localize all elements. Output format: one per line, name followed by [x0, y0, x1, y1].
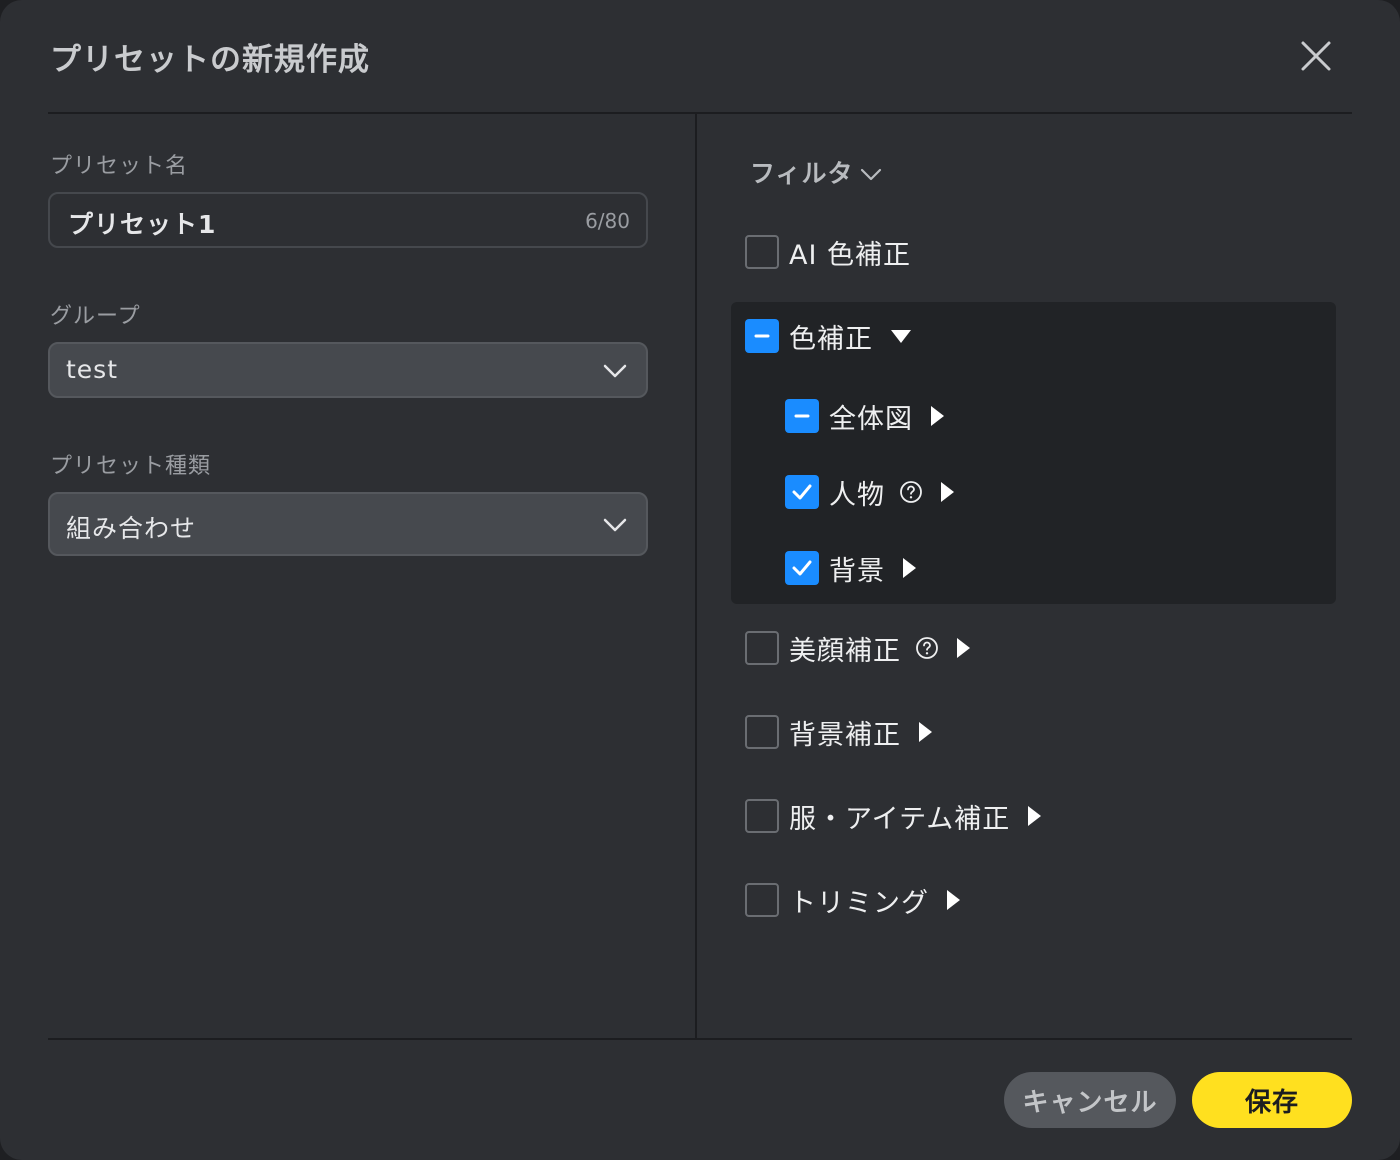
caret-right-icon[interactable] [957, 638, 970, 658]
checkbox-checked[interactable] [785, 475, 819, 509]
checkbox[interactable] [745, 883, 779, 917]
caret-right-icon[interactable] [919, 722, 932, 742]
filter-item-overall[interactable]: 全体図 [785, 398, 944, 435]
preset-name-value[interactable]: プリセット1 [68, 205, 216, 241]
filter-item-label: 全体図 [829, 403, 913, 435]
filter-item-ai-color[interactable]: AI 色補正 [745, 234, 912, 271]
caret-right-icon[interactable] [947, 890, 960, 910]
filter-item-label: 人物 [829, 479, 885, 511]
close-button[interactable] [1296, 36, 1336, 76]
caret-right-icon[interactable] [1028, 806, 1042, 826]
check-icon [792, 484, 812, 500]
checkbox[interactable] [745, 631, 779, 665]
filter-item-clothing[interactable]: 服・アイテム補正 [745, 798, 1042, 835]
checkbox-indeterminate[interactable] [785, 399, 819, 433]
footer-divider [48, 1038, 1352, 1040]
filter-dropdown-toggle[interactable]: フィルタ [750, 154, 882, 190]
checkbox[interactable] [745, 715, 779, 749]
group-select-value: test [66, 355, 119, 384]
group-label: グループ [50, 304, 141, 329]
help-icon[interactable] [899, 480, 923, 504]
caret-right-icon[interactable] [903, 558, 916, 578]
filter-item-label: 美顔補正 [789, 635, 901, 667]
cancel-button[interactable]: キャンセル [1004, 1072, 1176, 1128]
filter-item-label: 背景補正 [789, 719, 901, 751]
filter-item-label: 色補正 [789, 323, 873, 355]
minus-icon [794, 414, 810, 418]
filter-item-label: 服・アイテム補正 [789, 803, 1011, 835]
preset-type-label: プリセット種類 [50, 454, 212, 479]
chevron-down-icon [603, 364, 627, 378]
filter-item-label: 背景 [829, 555, 885, 587]
filter-item-label: トリミング [789, 887, 929, 919]
filter-item-beauty[interactable]: 美顔補正 [745, 630, 970, 667]
close-icon [1301, 41, 1331, 71]
checkbox[interactable] [745, 799, 779, 833]
preset-name-label: プリセット名 [50, 154, 189, 179]
filter-item-color-correction[interactable]: 色補正 [745, 318, 911, 355]
filter-item-label: AI 色補正 [789, 239, 912, 271]
checkbox-checked[interactable] [785, 551, 819, 585]
chevron-down-icon [603, 518, 627, 532]
column-divider [695, 113, 697, 1039]
minus-icon [754, 334, 770, 338]
help-icon[interactable] [915, 636, 939, 660]
save-button[interactable]: 保存 [1192, 1072, 1352, 1128]
checkbox-indeterminate[interactable] [745, 319, 779, 353]
filter-item-background[interactable]: 背景 [785, 550, 916, 587]
filter-item-person[interactable]: 人物 [785, 474, 954, 511]
header-divider [48, 112, 1352, 114]
group-select[interactable]: test [48, 342, 648, 398]
preset-name-input[interactable]: プリセット1 6/80 [48, 192, 648, 248]
filter-heading: フィルタ [750, 159, 854, 188]
check-icon [792, 560, 812, 576]
caret-right-icon[interactable] [941, 482, 954, 502]
preset-type-value: 組み合わせ [66, 514, 197, 543]
preset-type-select[interactable]: 組み合わせ [48, 492, 648, 556]
create-preset-dialog: プリセットの新規作成 プリセット名 プリセット1 6/80 グループ test … [0, 0, 1400, 1160]
chevron-down-icon [860, 168, 881, 181]
caret-down-icon[interactable] [891, 329, 911, 343]
filter-item-trimming[interactable]: トリミング [745, 882, 960, 919]
dialog-title: プリセットの新規作成 [50, 42, 370, 78]
filter-item-background-correction[interactable]: 背景補正 [745, 714, 932, 751]
char-counter: 6/80 [585, 209, 630, 233]
caret-right-icon[interactable] [931, 406, 944, 426]
checkbox[interactable] [745, 235, 779, 269]
